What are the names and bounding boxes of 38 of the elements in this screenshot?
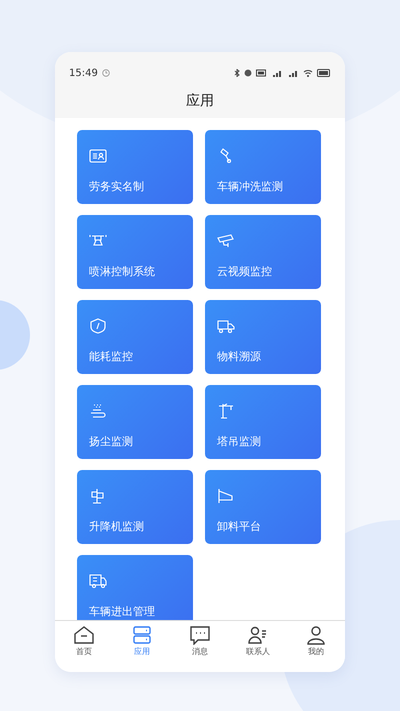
truck-icon — [89, 573, 107, 589]
tab-item[interactable]: 联系人 — [229, 621, 287, 672]
battery-icon — [317, 69, 331, 77]
crane-icon — [217, 403, 235, 419]
stack-icon — [131, 625, 153, 645]
wifi-icon — [303, 69, 313, 77]
truck-icon — [217, 318, 235, 334]
signal-icon — [287, 69, 299, 77]
app-tile[interactable]: 车辆冲洗监测 — [205, 130, 321, 204]
contacts-icon — [247, 625, 269, 645]
app-tile[interactable]: 物料溯源 — [205, 300, 321, 374]
tab-item[interactable]: 应用 — [113, 621, 171, 672]
tab-item[interactable]: 我的 — [287, 621, 345, 672]
home-icon — [73, 625, 95, 645]
page-title: 应用 — [186, 92, 214, 110]
bluetooth-icon — [234, 69, 240, 77]
app-tile[interactable]: 车辆进出管理 — [77, 555, 193, 620]
clock-icon — [102, 69, 110, 77]
app-tile[interactable]: 云视频监控 — [205, 215, 321, 289]
tab-item[interactable]: 首页 — [55, 621, 113, 672]
dust-icon — [89, 403, 107, 419]
app-tile[interactable]: 扬尘监测 — [77, 385, 193, 459]
camera-icon — [217, 233, 235, 249]
app-tile[interactable]: 能耗监控 — [77, 300, 193, 374]
hd-icon — [256, 69, 267, 77]
user-icon — [305, 625, 327, 645]
chat-icon — [189, 625, 211, 645]
app-tile[interactable]: 升降机监测 — [77, 470, 193, 544]
tab-item[interactable]: 消息 — [171, 621, 229, 672]
id-card-icon — [89, 148, 107, 164]
platform-icon — [217, 488, 235, 504]
signal-icon — [271, 69, 283, 77]
status-time: 15:49 — [69, 66, 98, 80]
app-tile[interactable]: 塔吊监测 — [205, 385, 321, 459]
app-tile[interactable]: 卸料平台 — [205, 470, 321, 544]
app-tile[interactable]: 喷淋控制系统 — [77, 215, 193, 289]
app-tile[interactable]: 劳务实名制 — [77, 130, 193, 204]
shield-icon — [89, 318, 107, 334]
